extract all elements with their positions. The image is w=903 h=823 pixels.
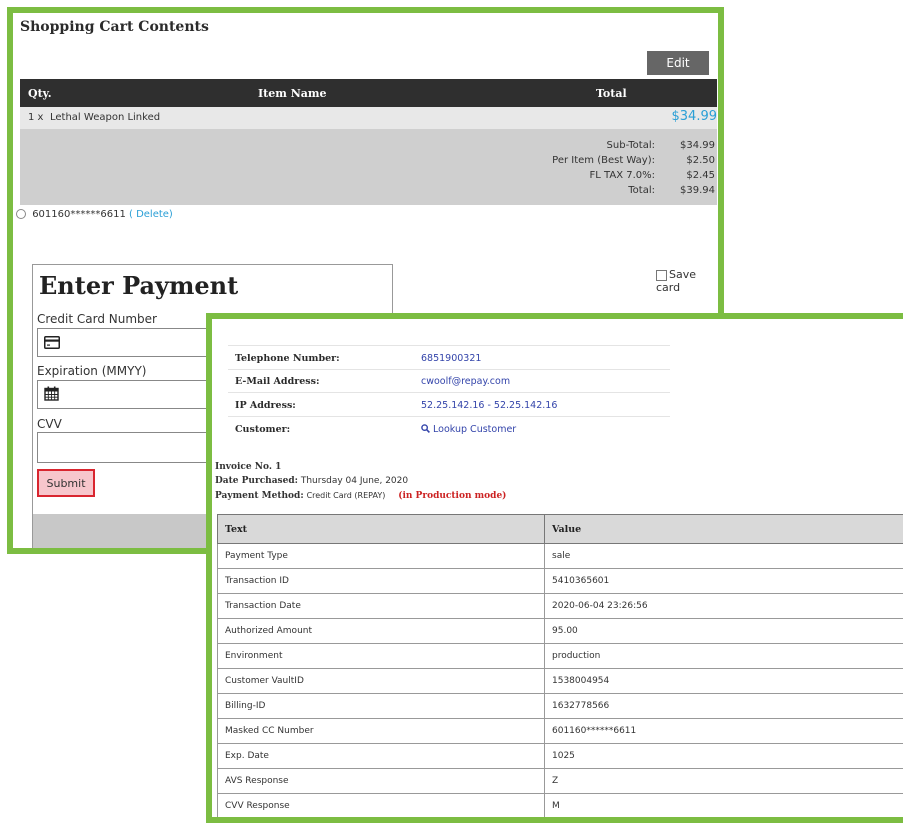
table-row: Transaction Date2020-06-04 23:26:56 bbox=[218, 594, 903, 619]
invoice-number-text: Invoice No. 1 bbox=[215, 462, 281, 472]
search-icon bbox=[421, 424, 430, 433]
payment-method-value: Credit Card (REPAY) bbox=[307, 491, 386, 500]
production-mode-badge: (in Production mode) bbox=[398, 491, 506, 501]
shipping-line: Per Item (Best Way): $2.50 bbox=[417, 155, 717, 171]
saved-card-number: 601160******6611 bbox=[32, 209, 126, 220]
email-link[interactable]: cwoolf@repay.com bbox=[421, 376, 510, 387]
row-text: CVV Response bbox=[218, 794, 545, 819]
cvv-label: CVV bbox=[37, 417, 62, 431]
payment-title: Enter Payment bbox=[39, 271, 238, 300]
table-row: Environmentproduction bbox=[218, 644, 903, 669]
table-row: CVV ResponseM bbox=[218, 794, 903, 819]
email-row: E-Mail Address: cwoolf@repay.com bbox=[228, 369, 670, 393]
shipping-label: Per Item (Best Way): bbox=[552, 155, 655, 166]
saved-card-radio[interactable] bbox=[16, 209, 26, 219]
table-row: Masked CC Number601160******6611 bbox=[218, 719, 903, 744]
customer-label: Customer: bbox=[235, 424, 290, 435]
card-number-label: Credit Card Number bbox=[37, 312, 157, 326]
save-card-checkbox[interactable] bbox=[656, 270, 667, 281]
submit-button[interactable]: Submit bbox=[37, 469, 95, 497]
cart-totals: Sub-Total: $34.99 Per Item (Best Way): $… bbox=[20, 129, 717, 205]
subtotal-value: $34.99 bbox=[680, 140, 715, 151]
saved-card-option: 601160******6611 ( Delete) bbox=[16, 209, 173, 220]
shipping-value: $2.50 bbox=[686, 155, 715, 166]
item-name: Lethal Weapon Linked bbox=[50, 112, 160, 123]
tax-label: FL TAX 7.0%: bbox=[590, 170, 655, 181]
credit-card-icon bbox=[44, 334, 60, 353]
row-value: Z bbox=[545, 769, 903, 794]
email-label: E-Mail Address: bbox=[235, 376, 319, 387]
tax-value: $2.45 bbox=[686, 170, 715, 181]
text-column-header: Text bbox=[218, 515, 545, 544]
transaction-details-table: Text Value Payment Typesale Transaction … bbox=[217, 514, 903, 819]
row-text: Masked CC Number bbox=[218, 719, 545, 744]
date-purchased: Date Purchased: Thursday 04 June, 2020 bbox=[215, 476, 408, 486]
table-row: Customer VaultID1538004954 bbox=[218, 669, 903, 694]
row-value: 1538004954 bbox=[545, 669, 903, 694]
lookup-customer-label: Lookup Customer bbox=[433, 424, 516, 435]
grand-total-line: Total: $39.94 bbox=[417, 185, 717, 201]
expiration-label: Expiration (MMYY) bbox=[37, 364, 146, 378]
item-price: $34.99 bbox=[672, 109, 718, 124]
subtotal-line: Sub-Total: $34.99 bbox=[417, 140, 717, 156]
payment-method-label: Payment Method: bbox=[215, 491, 304, 501]
ip-address-value: 52.25.142.16 - 52.25.142.16 bbox=[421, 400, 557, 411]
telephone-value: 6851900321 bbox=[421, 353, 481, 364]
cart-title: Shopping Cart Contents bbox=[20, 19, 209, 35]
row-text: Payment Type bbox=[218, 544, 545, 569]
cart-header: Qty. Item Name Total bbox=[20, 79, 717, 107]
customer-row: Customer: Lookup Customer bbox=[228, 417, 670, 440]
lookup-customer-link[interactable]: Lookup Customer bbox=[421, 424, 516, 435]
edit-button[interactable]: Edit bbox=[647, 51, 709, 75]
row-text: Transaction ID bbox=[218, 569, 545, 594]
save-card-option: Save card bbox=[656, 268, 718, 294]
payment-method: Payment Method: Credit Card (REPAY) (in … bbox=[215, 491, 506, 501]
row-value: 1632778566 bbox=[545, 694, 903, 719]
row-text: Environment bbox=[218, 644, 545, 669]
order-details-panel: Telephone Number: 6851900321 E-Mail Addr… bbox=[206, 313, 903, 823]
item-qty: 1 x bbox=[28, 112, 43, 123]
table-row: Billing-ID1632778566 bbox=[218, 694, 903, 719]
cart-item-row: 1 x Lethal Weapon Linked $34.99 bbox=[20, 107, 717, 129]
calendar-icon bbox=[44, 386, 59, 405]
item-name-header: Item Name bbox=[258, 87, 327, 100]
table-row: Payment Typesale bbox=[218, 544, 903, 569]
grand-total-label: Total: bbox=[628, 185, 655, 196]
grand-total-value: $39.94 bbox=[680, 185, 715, 196]
total-header: Total bbox=[596, 87, 627, 100]
invoice-number: Invoice No. 1 bbox=[215, 462, 281, 472]
row-text: Exp. Date bbox=[218, 744, 545, 769]
date-purchased-value: Thursday 04 June, 2020 bbox=[301, 476, 408, 486]
table-header-row: Text Value bbox=[218, 515, 903, 544]
row-value: 1025 bbox=[545, 744, 903, 769]
row-value: sale bbox=[545, 544, 903, 569]
telephone-label: Telephone Number: bbox=[235, 353, 340, 364]
value-column-header: Value bbox=[545, 515, 903, 544]
row-value: M bbox=[545, 794, 903, 819]
table-row: Authorized Amount95.00 bbox=[218, 619, 903, 644]
row-value: 95.00 bbox=[545, 619, 903, 644]
row-value: 601160******6611 bbox=[545, 719, 903, 744]
row-value: 5410365601 bbox=[545, 569, 903, 594]
row-text: Billing-ID bbox=[218, 694, 545, 719]
row-text: Transaction Date bbox=[218, 594, 545, 619]
telephone-row: Telephone Number: 6851900321 bbox=[228, 345, 670, 370]
row-text: Authorized Amount bbox=[218, 619, 545, 644]
qty-header: Qty. bbox=[28, 87, 52, 100]
ip-address-label: IP Address: bbox=[235, 400, 296, 411]
table-row: Exp. Date1025 bbox=[218, 744, 903, 769]
tax-line: FL TAX 7.0%: $2.45 bbox=[417, 170, 717, 186]
row-text: Customer VaultID bbox=[218, 669, 545, 694]
row-text: AVS Response bbox=[218, 769, 545, 794]
row-value: 2020-06-04 23:26:56 bbox=[545, 594, 903, 619]
table-row: AVS ResponseZ bbox=[218, 769, 903, 794]
row-value: production bbox=[545, 644, 903, 669]
delete-card-link[interactable]: ( Delete) bbox=[129, 209, 173, 220]
subtotal-label: Sub-Total: bbox=[607, 140, 655, 151]
table-row: Transaction ID5410365601 bbox=[218, 569, 903, 594]
ip-address-row: IP Address: 52.25.142.16 - 52.25.142.16 bbox=[228, 393, 670, 417]
date-purchased-label: Date Purchased: bbox=[215, 476, 298, 486]
